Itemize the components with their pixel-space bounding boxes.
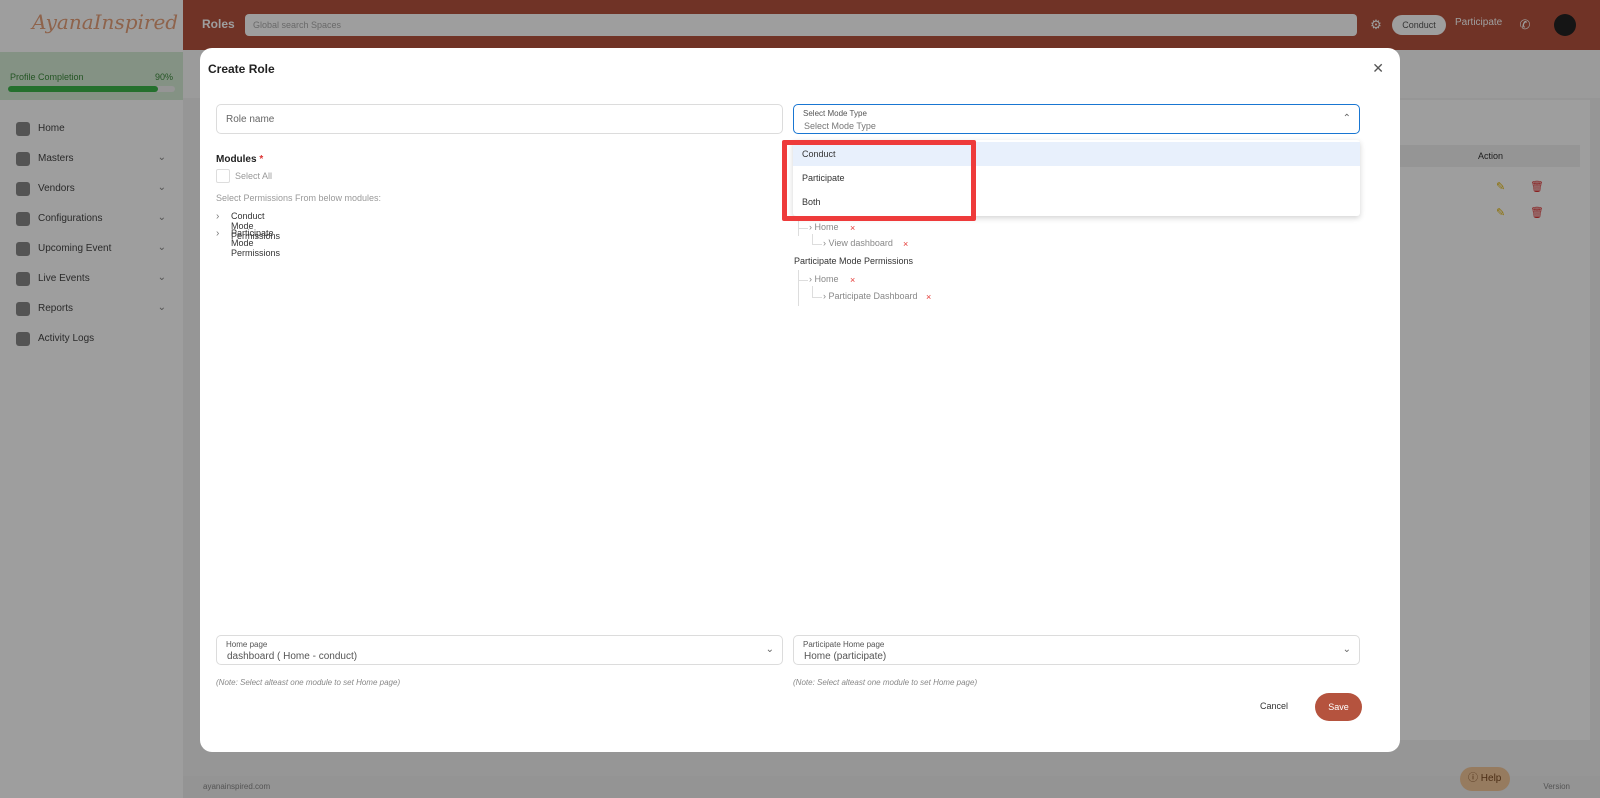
- tree-connector: [798, 280, 808, 281]
- participate-home-page-note: (Note: Select alteast one module to set …: [793, 678, 978, 687]
- chevron-up-icon: ⌃: [1342, 113, 1351, 124]
- modal-title: Create Role: [208, 62, 275, 76]
- role-name-placeholder: Role name: [226, 114, 275, 125]
- dropdown-option-both[interactable]: Both: [793, 190, 1360, 214]
- mode-type-value: Select Mode Type: [804, 121, 876, 131]
- chevron-right-icon: ›: [216, 228, 220, 239]
- tree-connector: [812, 297, 822, 298]
- remove-icon[interactable]: ×: [903, 239, 908, 249]
- create-role-modal: Create Role ✕ Role name Select Mode Type…: [200, 48, 1400, 752]
- remove-icon[interactable]: ×: [926, 292, 931, 302]
- tree-connector: [812, 244, 822, 245]
- participate-home-page-label: Participate Home page: [803, 640, 885, 649]
- home-page-label: Home page: [226, 640, 268, 649]
- chevron-right-icon: ›: [216, 211, 220, 222]
- home-page-value: dashboard ( Home - conduct): [227, 651, 358, 662]
- tree-connector: [798, 228, 808, 229]
- mode-type-dropdown: Conduct Participate Both: [793, 140, 1360, 216]
- modules-label: Modules *: [216, 154, 263, 165]
- close-icon[interactable]: ✕: [1372, 60, 1384, 77]
- tree-node-label: View dashboard: [828, 238, 893, 248]
- tree-connector: [798, 270, 799, 306]
- tree-node-label: Participate Dashboard: [828, 291, 918, 301]
- dropdown-option-participate[interactable]: Participate: [793, 166, 1360, 190]
- select-all-checkbox[interactable]: [216, 169, 230, 183]
- remove-icon[interactable]: ×: [850, 275, 855, 285]
- remove-icon[interactable]: ×: [850, 223, 855, 233]
- tree-node-label: Home: [814, 274, 839, 284]
- tree-node-view-dashboard: › View dashboard: [823, 238, 893, 248]
- mode-type-label: Select Mode Type: [803, 109, 867, 118]
- chevron-down-icon: ⌄: [765, 644, 774, 655]
- participate-permissions-heading: Participate Mode Permissions: [794, 256, 914, 266]
- required-mark: *: [259, 154, 264, 165]
- chevron-down-icon: ⌄: [1342, 644, 1351, 655]
- modules-label-text: Modules: [216, 154, 257, 165]
- home-page-select[interactable]: Home page dashboard ( Home - conduct) ⌄: [216, 635, 783, 665]
- select-all-label: Select All: [235, 171, 273, 181]
- mode-type-select[interactable]: Select Mode Type Select Mode Type ⌃: [793, 104, 1360, 134]
- tree-node-participate-dashboard: › Participate Dashboard: [823, 291, 918, 301]
- home-page-note: (Note: Select alteast one module to set …: [216, 678, 401, 687]
- tree-connector: [812, 286, 813, 297]
- tree-node-home: › Home: [809, 274, 839, 284]
- participate-home-page-select[interactable]: Participate Home page Home (participate)…: [793, 635, 1360, 665]
- cancel-button[interactable]: Cancel: [1260, 701, 1288, 711]
- tree-connector: [812, 234, 813, 244]
- participate-home-page-value: Home (participate): [804, 651, 887, 662]
- tree-node-label: Home: [814, 222, 839, 232]
- role-name-field[interactable]: Role name: [216, 104, 783, 134]
- permission-group-label: Participate Mode Permissions: [231, 228, 281, 258]
- permissions-helper-text: Select Permissions From below modules:: [216, 193, 382, 203]
- dropdown-option-conduct[interactable]: Conduct: [793, 142, 1360, 166]
- save-button[interactable]: Save: [1315, 693, 1362, 721]
- tree-node-home: › Home: [809, 222, 839, 232]
